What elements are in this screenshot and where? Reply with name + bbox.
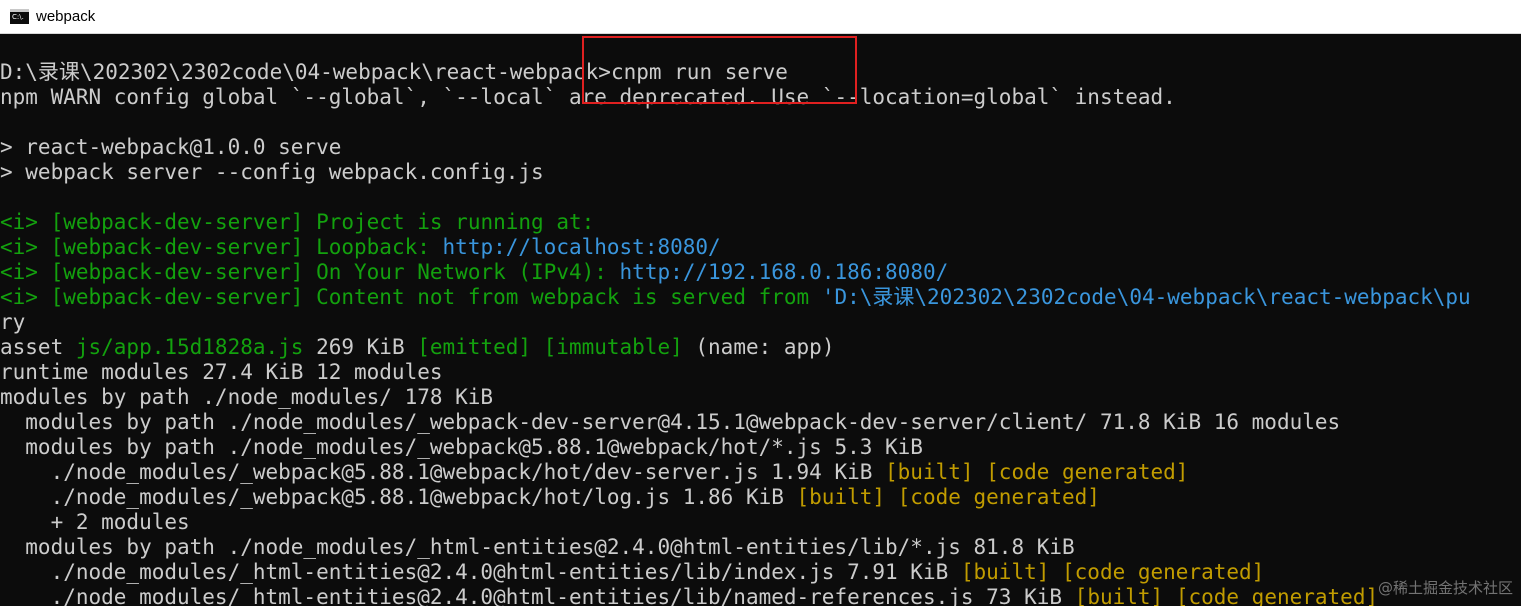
asset-name: (name: app) xyxy=(682,335,835,359)
window-title: webpack xyxy=(36,8,96,25)
log-tag: <i> xyxy=(0,285,51,309)
console-line-module-built: ./node_modules/_html-entities@2.4.0@html… xyxy=(0,585,1521,606)
log-message: On Your Network (IPv4): xyxy=(303,260,620,284)
log-message: Project is running at: xyxy=(303,210,595,234)
console-line-script-name: > react-webpack@1.0.0 serve xyxy=(0,135,342,159)
console-line-modules-webpack-hot: modules by path ./node_modules/_webpack@… xyxy=(0,435,923,459)
log-tag: <i> xyxy=(0,210,51,234)
console-line-dev-server-info: <i> [webpack-dev-server] Project is runn… xyxy=(0,210,1521,235)
module-path: ./node_modules/_webpack@5.88.1@webpack/h… xyxy=(0,460,886,484)
console-line-dev-server-static: <i> [webpack-dev-server] Content not fro… xyxy=(0,285,1521,310)
asset-file: js/app.15d1828a.js xyxy=(75,335,304,359)
asset-label: asset xyxy=(0,335,76,359)
console-output[interactable]: D:\录课\202302\2302code\04-webpack\react-w… xyxy=(0,60,1521,606)
console-line-runtime-modules: runtime modules 27.4 KiB 12 modules xyxy=(0,360,443,384)
log-source: [webpack-dev-server] xyxy=(50,235,304,259)
module-path: ./node_modules/_html-entities@2.4.0@html… xyxy=(0,585,1075,606)
asset-flags: [emitted] [immutable] xyxy=(417,335,683,359)
asset-size: 269 KiB xyxy=(303,335,418,359)
log-source: [webpack-dev-server] xyxy=(50,260,304,284)
console-line-more-modules: + 2 modules xyxy=(0,510,190,534)
log-message: Loopback: xyxy=(303,235,443,259)
console-line-dev-server-network: <i> [webpack-dev-server] On Your Network… xyxy=(0,260,1521,285)
annotation-highlight-box xyxy=(582,36,857,104)
module-flags: [built] [code generated] xyxy=(1074,585,1379,606)
console-line-modules-dev-server: modules by path ./node_modules/_webpack-… xyxy=(0,410,1341,434)
console-line-asset: asset js/app.15d1828a.js 269 KiB [emitte… xyxy=(0,335,1521,360)
console-line-modules-html-entities: modules by path ./node_modules/_html-ent… xyxy=(0,535,1075,559)
log-tag: <i> xyxy=(0,260,51,284)
module-flags: [built] [code generated] xyxy=(885,460,1189,484)
log-message: Content not from webpack is served from xyxy=(303,285,822,309)
log-source: [webpack-dev-server] xyxy=(50,210,304,234)
log-tag: <i> xyxy=(0,235,51,259)
log-source: [webpack-dev-server] xyxy=(50,285,304,309)
module-path: ./node_modules/_webpack@5.88.1@webpack/h… xyxy=(0,485,797,509)
console-line-module-built: ./node_modules/_webpack@5.88.1@webpack/h… xyxy=(0,485,1521,510)
module-path: ./node_modules/_html-entities@2.4.0@html… xyxy=(0,560,961,584)
network-url-link[interactable]: http://192.168.0.186:8080/ xyxy=(620,260,949,284)
console-line-dev-server-loopback: <i> [webpack-dev-server] Loopback: http:… xyxy=(0,235,1521,260)
watermark: @稀土掘金技术社区 xyxy=(1377,579,1513,597)
module-flags: [built] [code generated] xyxy=(796,485,1100,509)
console-line-modules-by-path: modules by path ./node_modules/ 178 KiB xyxy=(0,385,494,409)
window-titlebar[interactable]: C:\. webpack xyxy=(0,0,1521,34)
module-flags: [built] [code generated] xyxy=(960,560,1265,584)
loopback-url-link[interactable]: http://localhost:8080/ xyxy=(443,235,721,259)
static-path: 'D:\录课\202302\2302code\04-webpack\react-… xyxy=(821,285,1471,309)
console-line-module-built: ./node_modules/_html-entities@2.4.0@html… xyxy=(0,560,1521,585)
cmd-app-icon: C:\. xyxy=(10,9,29,24)
console-line-wrapped: ry xyxy=(0,310,26,334)
console-line-script-command: > webpack server --config webpack.config… xyxy=(0,160,544,184)
console-line-module-built: ./node_modules/_webpack@5.88.1@webpack/h… xyxy=(0,460,1521,485)
